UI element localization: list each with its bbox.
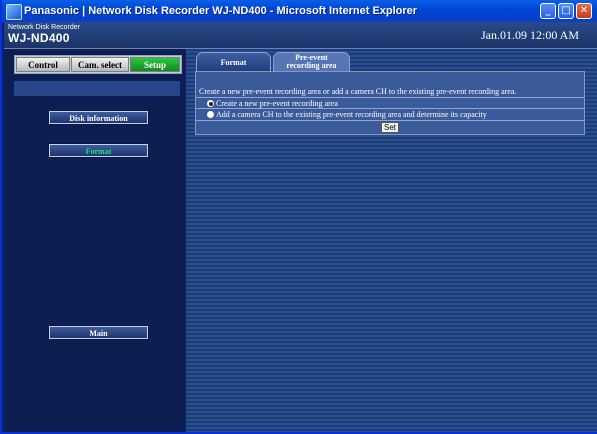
main-tab-bar: Control Cam. select Setup: [14, 55, 182, 74]
tab-control[interactable]: Control: [16, 57, 70, 72]
app-header: Network Disk Recorder WJ-ND400 Jan.01.09…: [4, 22, 597, 49]
title-bar[interactable]: Panasonic | Network Disk Recorder WJ-ND4…: [2, 0, 597, 22]
tab-setup[interactable]: Setup: [130, 57, 180, 72]
minimize-button[interactable]: _: [540, 3, 556, 19]
main-button[interactable]: Main: [49, 326, 148, 339]
close-button[interactable]: ✕: [576, 3, 592, 19]
browser-window: Panasonic | Network Disk Recorder WJ-ND4…: [0, 0, 597, 434]
option-add-camera-row[interactable]: Add a camera CH to the existing pre-even…: [196, 108, 584, 121]
format-button[interactable]: Format: [49, 144, 148, 157]
tab-pre-event-recording-area[interactable]: Pre-event recording area: [273, 52, 350, 71]
instruction-row: Create a new pre-event recording area or…: [196, 86, 584, 97]
content-area: Format Pre-event recording area Create a…: [186, 49, 597, 432]
close-icon: ✕: [579, 5, 589, 16]
maximize-icon: □: [561, 5, 571, 16]
date-time-display: Jan.01.09 12:00 AM: [480, 28, 579, 42]
product-subtitle: Network Disk Recorder: [8, 24, 80, 31]
tab-format-label: Format: [220, 58, 247, 67]
sidebar: Control Cam. select Setup Disk informati…: [4, 49, 186, 432]
option-add-camera-label[interactable]: Add a camera CH to the existing pre-even…: [216, 109, 487, 120]
radio-create-new[interactable]: [207, 100, 214, 107]
pre-event-panel: Create a new pre-event recording area or…: [195, 71, 585, 135]
disk-information-button[interactable]: Disk information: [49, 111, 148, 124]
set-button[interactable]: Set: [381, 122, 399, 133]
minimize-icon: _: [545, 5, 551, 16]
radio-add-camera[interactable]: [207, 111, 214, 118]
maximize-button[interactable]: □: [558, 3, 574, 19]
instruction-text: Create a new pre-event recording area or…: [199, 87, 517, 96]
ie-app-icon: [6, 4, 22, 20]
tab-pre-event-label-line2: recording area: [286, 61, 337, 70]
window-title: Panasonic | Network Disk Recorder WJ-ND4…: [24, 5, 418, 17]
tab-format[interactable]: Format: [196, 52, 271, 71]
tab-cam-select[interactable]: Cam. select: [71, 57, 129, 72]
sidebar-strip: [14, 81, 180, 96]
product-model: WJ-ND400: [8, 31, 70, 45]
